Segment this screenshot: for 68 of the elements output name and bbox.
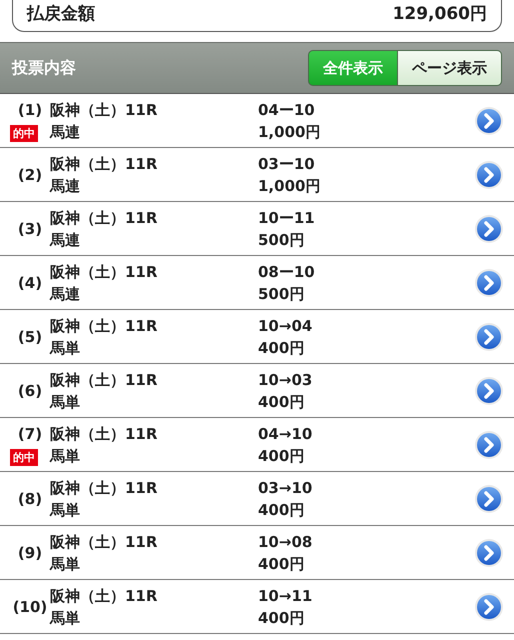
chevron-right-icon[interactable] bbox=[474, 592, 504, 622]
race-name: 阪神（土）11R bbox=[50, 208, 158, 228]
stake-amount: 400円 bbox=[258, 554, 304, 574]
combination: 03→10 bbox=[258, 478, 312, 498]
bet-type: 馬単 bbox=[50, 500, 81, 520]
bet-number: (3) bbox=[16, 218, 44, 240]
chevron-right-icon[interactable] bbox=[474, 160, 504, 190]
bet-type: 馬連 bbox=[50, 284, 81, 304]
combination: 10→03 bbox=[258, 370, 312, 390]
combination: 03ー10 bbox=[258, 154, 315, 174]
stake-amount: 400円 bbox=[258, 500, 304, 520]
bet-number: (9) bbox=[16, 542, 44, 564]
chevron-right-icon[interactable] bbox=[474, 538, 504, 568]
stake-amount: 400円 bbox=[258, 392, 304, 412]
stake-amount: 500円 bbox=[258, 284, 304, 304]
race-name: 阪神（土）11R bbox=[50, 424, 158, 444]
bet-number: (7) bbox=[16, 424, 44, 444]
hit-badge: 的中 bbox=[10, 448, 38, 466]
bet-number: (8) bbox=[16, 488, 44, 510]
chevron-right-icon[interactable] bbox=[474, 106, 504, 136]
bet-number: (5) bbox=[16, 326, 44, 348]
race-name: 阪神（土）11R bbox=[50, 532, 158, 552]
race-name: 阪神（土）11R bbox=[50, 262, 158, 282]
stake-amount: 400円 bbox=[258, 446, 304, 466]
hit-badge: 的中 bbox=[10, 124, 38, 142]
bet-type: 馬単 bbox=[50, 554, 81, 574]
race-name: 阪神（土）11R bbox=[50, 100, 158, 120]
bet-type: 馬連 bbox=[50, 176, 81, 196]
chevron-right-icon[interactable] bbox=[474, 376, 504, 406]
stake-amount: 500円 bbox=[258, 230, 304, 250]
stake-amount: 400円 bbox=[258, 608, 304, 628]
stake-amount: 400円 bbox=[258, 338, 304, 358]
chevron-right-icon[interactable] bbox=[474, 322, 504, 352]
bet-row[interactable]: (7) 的中 阪神（土）11R 馬単 04→10 400円 bbox=[0, 418, 514, 472]
bet-row[interactable]: (1) 的中 阪神（土）11R 馬連 04ー10 1,000円 bbox=[0, 94, 514, 148]
payout-amount: 129,060円 bbox=[392, 2, 487, 26]
bet-number: (4) bbox=[16, 272, 44, 294]
race-name: 阪神（土）11R bbox=[50, 478, 158, 498]
bet-number: (10) bbox=[12, 596, 48, 618]
bet-type: 馬単 bbox=[50, 446, 81, 466]
chevron-right-icon[interactable] bbox=[474, 214, 504, 244]
bet-type: 馬単 bbox=[50, 608, 81, 628]
race-name: 阪神（土）11R bbox=[50, 316, 158, 336]
combination: 04→10 bbox=[258, 424, 312, 444]
combination: 10→04 bbox=[258, 316, 312, 336]
bet-type: 馬連 bbox=[50, 122, 81, 142]
payout-label: 払戻金額 bbox=[27, 2, 95, 26]
bet-number: (1) bbox=[16, 100, 44, 120]
combination: 10ー11 bbox=[258, 208, 315, 228]
race-name: 阪神（土）11R bbox=[50, 370, 158, 390]
combination: 08ー10 bbox=[258, 262, 315, 282]
bet-type: 馬連 bbox=[50, 230, 81, 250]
bet-type: 馬単 bbox=[50, 338, 81, 358]
bet-type: 馬単 bbox=[50, 392, 81, 412]
bet-number: (6) bbox=[16, 380, 44, 402]
bet-number: (2) bbox=[16, 164, 44, 186]
combination: 10→08 bbox=[258, 532, 312, 552]
stake-amount: 1,000円 bbox=[258, 176, 320, 196]
section-title: 投票内容 bbox=[12, 57, 76, 79]
chevron-right-icon[interactable] bbox=[474, 268, 504, 298]
race-name: 阪神（土）11R bbox=[50, 154, 158, 174]
combination: 04ー10 bbox=[258, 100, 315, 120]
chevron-right-icon[interactable] bbox=[474, 484, 504, 514]
chevron-right-icon[interactable] bbox=[474, 430, 504, 460]
stake-amount: 1,000円 bbox=[258, 122, 320, 142]
view-tab[interactable]: ページ表示 bbox=[398, 50, 502, 86]
combination: 10→11 bbox=[258, 586, 312, 606]
race-name: 阪神（土）11R bbox=[50, 586, 158, 606]
